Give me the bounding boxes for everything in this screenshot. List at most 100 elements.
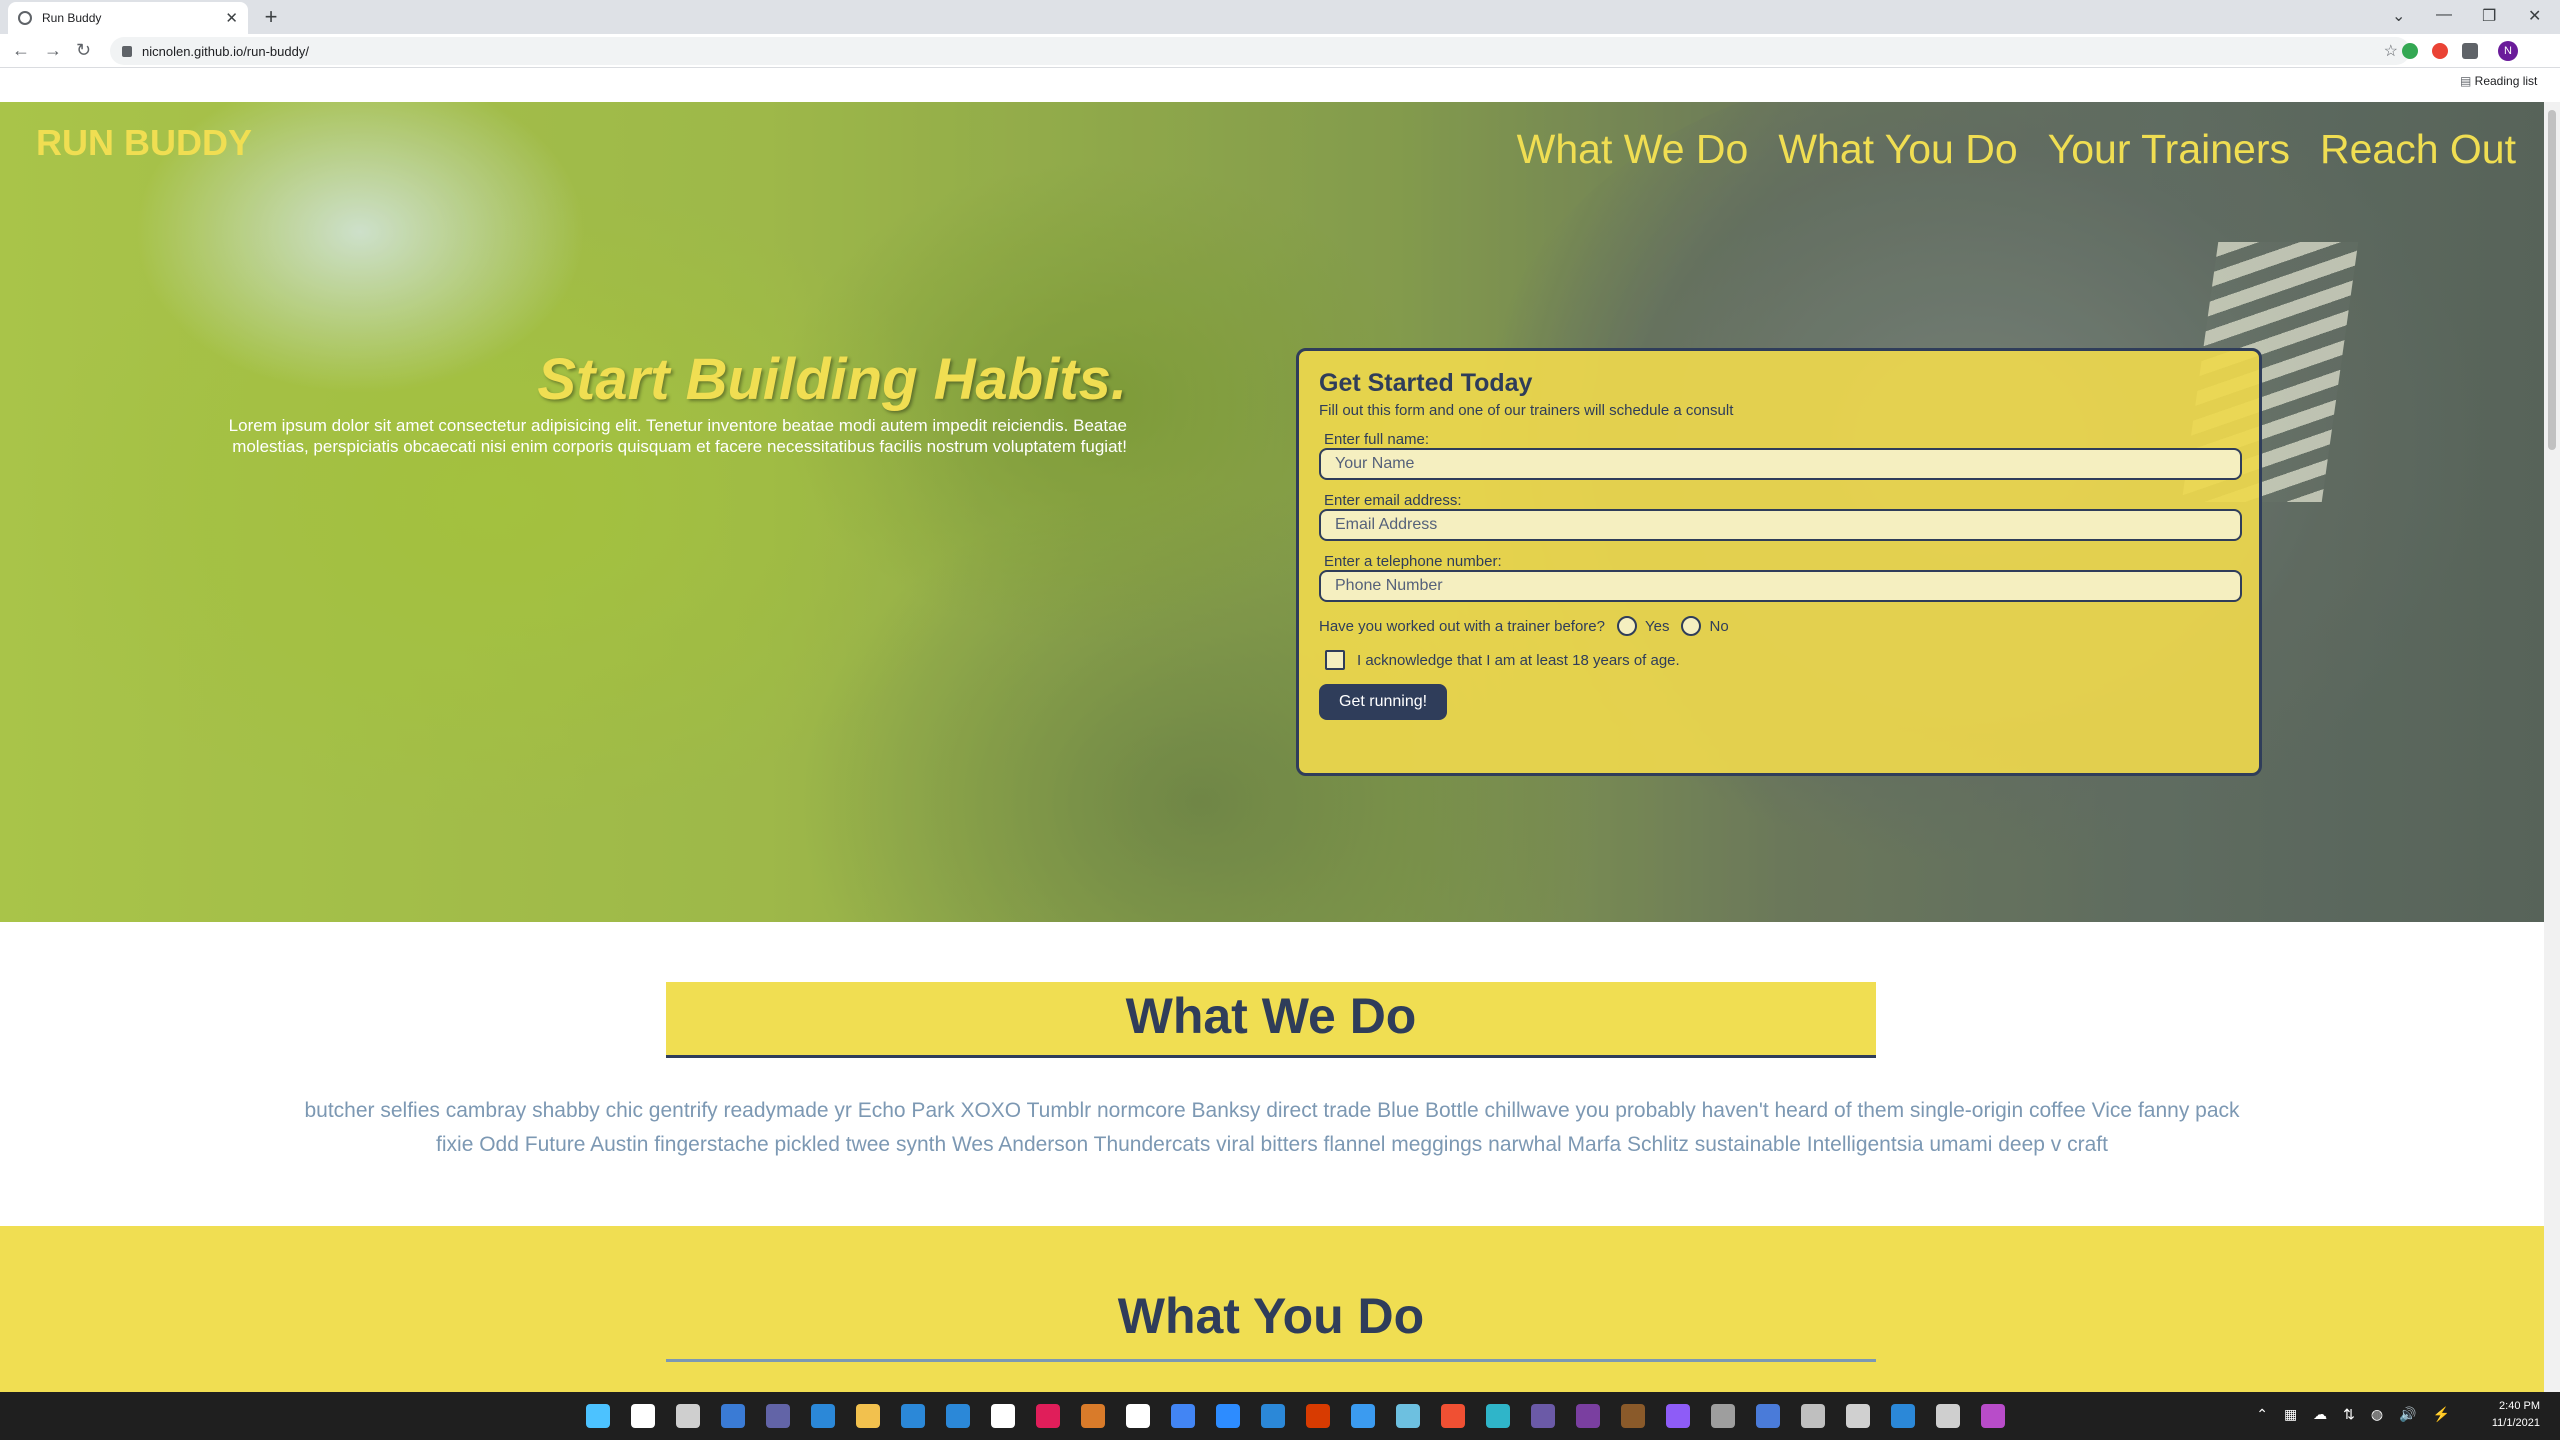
url-text[interactable]: nicnolen.github.io/run-buddy/ bbox=[142, 44, 2384, 59]
hero-body: Lorem ipsum dolor sit amet consectetur a… bbox=[228, 416, 1127, 456]
page-viewport: RUN BUDDY What We Do What You Do Your Tr… bbox=[0, 102, 2544, 1392]
email-input[interactable] bbox=[1319, 509, 2242, 541]
email-label: Enter email address: bbox=[1324, 492, 1462, 509]
camera-icon[interactable] bbox=[1711, 1404, 1735, 1428]
notepad-icon[interactable] bbox=[1396, 1404, 1420, 1428]
browser-toolbar: ← → ↻ nicnolen.github.io/run-buddy/ ☆ bbox=[0, 34, 2560, 68]
mail-icon[interactable] bbox=[946, 1404, 970, 1428]
app-icon[interactable] bbox=[1666, 1404, 1690, 1428]
calendar-app-icon[interactable] bbox=[991, 1404, 1015, 1428]
office-icon[interactable] bbox=[1306, 1404, 1330, 1428]
git-icon[interactable] bbox=[1441, 1404, 1465, 1428]
forward-button[interactable]: → bbox=[44, 40, 62, 61]
widgets-icon[interactable] bbox=[721, 1404, 745, 1428]
system-tray: ⌃ ▦ ☁ ⇅ ◍ 🔊 ⚡ bbox=[2256, 1406, 2450, 1423]
page-scrollbar[interactable] bbox=[2544, 102, 2560, 1392]
app-icon[interactable] bbox=[1531, 1404, 1555, 1428]
extension-icon[interactable] bbox=[2402, 43, 2418, 59]
radio-no[interactable] bbox=[1681, 616, 1702, 636]
site-nav: What We Do What You Do Your Trainers Rea… bbox=[1517, 126, 2516, 173]
reading-list-button[interactable]: Reading list bbox=[2460, 74, 2538, 88]
radio-yes-label: Yes bbox=[1645, 617, 1670, 635]
settings-icon[interactable] bbox=[1936, 1404, 1960, 1428]
scrollbar-thumb[interactable] bbox=[2548, 110, 2556, 450]
chrome-icon[interactable] bbox=[1171, 1404, 1195, 1428]
lock-icon[interactable] bbox=[122, 45, 132, 57]
what-we-do-heading: What We Do bbox=[1125, 988, 1417, 1044]
extensions-puzzle-icon[interactable] bbox=[2462, 43, 2478, 59]
taskbar: ⌃ ▦ ☁ ⇅ ◍ 🔊 ⚡ 2:40 PM 11/1/2021 bbox=[0, 1392, 2560, 1440]
bookmark-star-icon[interactable]: ☆ bbox=[2384, 41, 2398, 61]
minimize-button[interactable]: — bbox=[2436, 6, 2452, 24]
profile-avatar[interactable]: N bbox=[2498, 41, 2518, 61]
trainer-question: Have you worked out with a trainer befor… bbox=[1319, 617, 1605, 635]
age-ack-checkbox[interactable] bbox=[1325, 650, 1345, 670]
nav-reach-out[interactable]: Reach Out bbox=[2320, 126, 2516, 173]
tray-icon[interactable]: ◍ bbox=[2371, 1406, 2383, 1423]
clock-date: 11/1/2021 bbox=[2491, 1417, 2540, 1429]
nav-what-we-do[interactable]: What We Do bbox=[1517, 126, 1749, 173]
hero-intro: Start Building Habits. Lorem ipsum dolor… bbox=[200, 346, 1127, 457]
what-you-do-heading: What You Do bbox=[1117, 1288, 1425, 1344]
site-logo[interactable]: RUN BUDDY bbox=[36, 122, 252, 164]
name-input[interactable] bbox=[1319, 448, 2242, 480]
what-you-do-header: What You Do bbox=[666, 1282, 1876, 1362]
close-tab-icon[interactable]: ✕ bbox=[225, 9, 238, 27]
app-icon[interactable] bbox=[1801, 1404, 1825, 1428]
store-icon[interactable] bbox=[811, 1404, 835, 1428]
clock[interactable]: 2:40 PM 11/1/2021 bbox=[2492, 1398, 2540, 1432]
form-title: Get Started Today bbox=[1319, 369, 1533, 397]
trainer-question-row: Have you worked out with a trainer befor… bbox=[1319, 616, 2239, 636]
radio-yes[interactable] bbox=[1617, 616, 1637, 636]
signup-form: Get Started Today Fill out this form and… bbox=[1296, 348, 2262, 776]
name-label: Enter full name: bbox=[1324, 431, 1430, 448]
app-icon[interactable] bbox=[1891, 1404, 1915, 1428]
onenote-icon[interactable] bbox=[1981, 1404, 2005, 1428]
form-subtitle: Fill out this form and one of our traine… bbox=[1319, 402, 1734, 419]
edge-icon[interactable] bbox=[1486, 1404, 1510, 1428]
what-you-do-section: What You Do bbox=[0, 1226, 2544, 1392]
slack-icon[interactable] bbox=[1036, 1404, 1060, 1428]
reload-button[interactable]: ↻ bbox=[76, 40, 91, 61]
hero-section: RUN BUDDY What We Do What You Do Your Tr… bbox=[0, 102, 2544, 922]
photos-icon[interactable] bbox=[1261, 1404, 1285, 1428]
vscode-icon[interactable] bbox=[1351, 1404, 1375, 1428]
close-window-button[interactable]: ✕ bbox=[2528, 6, 2541, 26]
tray-icon[interactable]: ☁ bbox=[2313, 1406, 2327, 1423]
tray-icon[interactable]: 🔊 bbox=[2399, 1406, 2416, 1423]
chevron-down-icon[interactable]: ⌄ bbox=[2392, 6, 2405, 26]
clock-time: 2:40 PM bbox=[2499, 1400, 2540, 1412]
age-ack-row: I acknowledge that I am at least 18 year… bbox=[1325, 650, 2239, 670]
teams-chat-icon[interactable] bbox=[766, 1404, 790, 1428]
app-icon[interactable] bbox=[1081, 1404, 1105, 1428]
app-icon[interactable] bbox=[1576, 1404, 1600, 1428]
file-explorer-icon[interactable] bbox=[856, 1404, 880, 1428]
app-icon[interactable] bbox=[1621, 1404, 1645, 1428]
phone-label: Enter a telephone number: bbox=[1324, 553, 1502, 570]
tab-run-buddy[interactable]: Run Buddy ✕ bbox=[8, 2, 248, 34]
what-we-do-header: What We Do bbox=[666, 982, 1876, 1058]
nav-what-you-do[interactable]: What You Do bbox=[1778, 126, 2017, 173]
github-icon[interactable] bbox=[1126, 1404, 1150, 1428]
search-icon[interactable] bbox=[631, 1404, 655, 1428]
tray-icon[interactable]: ⚡ bbox=[2433, 1406, 2450, 1423]
calendar-icon[interactable] bbox=[901, 1404, 925, 1428]
zoom-icon[interactable] bbox=[1216, 1404, 1240, 1428]
app-icon[interactable] bbox=[1756, 1404, 1780, 1428]
tray-icon[interactable]: ▦ bbox=[2284, 1406, 2297, 1423]
tray-icon[interactable]: ⌃ bbox=[2256, 1406, 2268, 1423]
start-icon[interactable] bbox=[586, 1404, 610, 1428]
radio-no-label: No bbox=[1709, 617, 1729, 635]
extension-icon[interactable] bbox=[2432, 43, 2448, 59]
restore-button[interactable]: ❐ bbox=[2482, 6, 2496, 26]
nav-your-trainers[interactable]: Your Trainers bbox=[2048, 126, 2290, 173]
tray-icon[interactable]: ⇅ bbox=[2343, 1406, 2355, 1423]
hero-headline: Start Building Habits. bbox=[537, 347, 1127, 412]
back-button[interactable]: ← bbox=[12, 40, 30, 61]
get-running-button[interactable]: Get running! bbox=[1319, 684, 1448, 720]
address-bar[interactable]: nicnolen.github.io/run-buddy/ ☆ bbox=[110, 37, 2410, 65]
phone-input[interactable] bbox=[1319, 570, 2242, 602]
app-icon[interactable] bbox=[1846, 1404, 1870, 1428]
task-view-icon[interactable] bbox=[676, 1404, 700, 1428]
new-tab-button[interactable]: + bbox=[258, 4, 284, 30]
